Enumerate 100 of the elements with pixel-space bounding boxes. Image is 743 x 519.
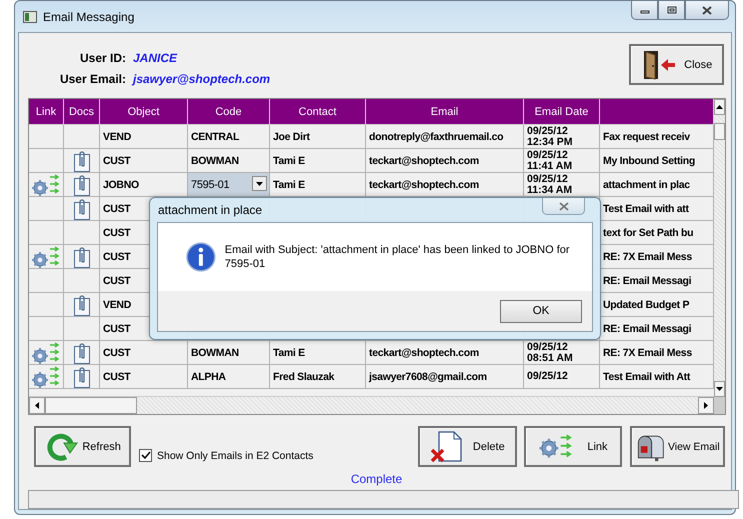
object-cell: CUST — [103, 346, 130, 359]
object-cell: CUST — [103, 154, 130, 167]
docs-cell[interactable] — [64, 341, 100, 366]
close-button[interactable]: Close — [629, 44, 724, 85]
email-cell: jsawyer7608@gmail.com — [369, 370, 487, 383]
docs-cell[interactable] — [64, 317, 100, 342]
docs-cell[interactable] — [64, 197, 100, 222]
column-header[interactable]: Code — [188, 99, 270, 126]
column-header[interactable]: Docs — [64, 99, 100, 126]
contact-cell: Tami E — [273, 346, 305, 359]
link-cell[interactable] — [29, 317, 64, 342]
link-cell[interactable] — [29, 269, 64, 294]
checkbox-label: Show Only Emails in E2 Contacts — [157, 450, 314, 462]
column-header[interactable] — [600, 99, 714, 126]
scrollbar-corner — [714, 397, 725, 414]
info-icon — [186, 242, 216, 272]
docs-cell[interactable] — [64, 149, 100, 174]
scroll-thumb[interactable] — [714, 123, 725, 140]
time-cell: 11:41 AM — [527, 160, 572, 172]
time-cell: 08:51 AM — [527, 352, 573, 364]
user-email: jsawyer@shoptech.com — [133, 72, 270, 86]
scroll-down-button[interactable] — [714, 381, 725, 398]
horizontal-scrollbar[interactable] — [29, 396, 714, 414]
contact-cell: Joe Dirt — [273, 130, 310, 143]
docs-cell[interactable] — [64, 125, 100, 150]
column-header[interactable]: Email Date — [524, 99, 600, 126]
link-cell[interactable] — [29, 221, 64, 246]
scroll-left-button[interactable] — [29, 397, 45, 414]
user-id: JANICE — [133, 51, 178, 65]
subject-cell: RE: 7X Email Mess — [603, 250, 692, 263]
code-cell: BOWMAN — [191, 154, 239, 167]
paperclip-document-icon — [72, 174, 90, 196]
minimize-button[interactable] — [631, 1, 658, 20]
user-email-label: User Email: — [58, 72, 127, 86]
docs-cell[interactable] — [64, 173, 100, 198]
user-id-label: User ID: — [78, 51, 127, 65]
checkbox[interactable] — [139, 449, 152, 462]
date-cell: 09/25/12 — [527, 126, 568, 137]
docs-cell[interactable] — [64, 245, 100, 270]
close-icon — [558, 202, 568, 210]
docs-cell[interactable] — [64, 269, 100, 294]
delete-document-icon — [430, 430, 464, 464]
link-cell[interactable] — [29, 173, 64, 198]
scroll-thumb[interactable] — [45, 397, 137, 414]
ok-button[interactable]: OK — [500, 300, 582, 322]
subject-cell: RE: Email Messagi — [603, 274, 692, 287]
up-arrow-icon — [716, 105, 723, 110]
scroll-right-button[interactable] — [698, 397, 714, 414]
date-cell: 09/25/12 — [527, 371, 568, 382]
refresh-button[interactable]: Refresh — [34, 426, 131, 468]
code-cell: ALPHA — [191, 370, 226, 383]
contact-cell: Tami E — [273, 178, 305, 191]
contact-cell: Tami E — [273, 154, 305, 167]
link-button[interactable]: Link — [524, 426, 622, 468]
view-email-button[interactable]: View Email — [630, 426, 725, 468]
link-cell[interactable] — [29, 365, 64, 390]
link-cell[interactable] — [29, 125, 64, 150]
gear-arrows-icon — [31, 246, 61, 268]
column-header[interactable]: Link — [29, 99, 64, 126]
status-message: Complete — [350, 472, 404, 487]
dialog-close-button[interactable] — [542, 198, 585, 215]
subject-cell: Updated Budget P — [603, 298, 690, 311]
gear-arrows-icon — [31, 174, 61, 196]
paperclip-document-icon — [72, 294, 90, 316]
link-cell[interactable] — [29, 197, 64, 222]
scroll-up-button[interactable] — [714, 99, 725, 116]
close-window-button[interactable] — [685, 1, 729, 20]
date-cell: 09/25/12 — [527, 174, 568, 185]
code-cell: BOWMAN — [191, 346, 239, 359]
column-header[interactable]: Object — [100, 99, 188, 126]
maximize-button[interactable] — [658, 1, 685, 20]
right-arrow-icon — [704, 402, 708, 410]
subject-cell: text for Set Path bu — [603, 226, 694, 239]
email-cell: teckart@shoptech.com — [369, 346, 479, 359]
object-cell: CUST — [103, 370, 130, 383]
link-cell[interactable] — [29, 149, 64, 174]
email-cell: teckart@shoptech.com — [369, 154, 479, 167]
paperclip-document-icon — [72, 246, 90, 268]
docs-cell[interactable] — [64, 221, 100, 246]
column-header[interactable]: Email — [366, 99, 524, 126]
column-header[interactable]: Contact — [270, 99, 366, 126]
link-cell[interactable] — [29, 245, 64, 270]
subject-cell: RE: Email Messagi — [603, 322, 692, 335]
gear-arrows-icon — [31, 342, 61, 364]
dropdown-button[interactable] — [252, 176, 267, 192]
delete-button[interactable]: Delete — [418, 426, 517, 468]
vertical-scrollbar[interactable] — [714, 99, 725, 414]
object-cell: VEND — [103, 130, 131, 143]
docs-cell[interactable] — [64, 293, 100, 318]
link-cell[interactable] — [29, 341, 64, 366]
paperclip-document-icon — [72, 150, 90, 172]
gear-arrows-icon — [538, 434, 574, 460]
object-cell: CUST — [103, 250, 130, 263]
object-cell: CUST — [103, 322, 130, 335]
close-icon — [702, 6, 712, 14]
object-cell: VEND — [103, 298, 131, 311]
dialog-title: attachment in place — [158, 203, 262, 217]
link-cell[interactable] — [29, 293, 64, 318]
down-arrow-icon — [716, 387, 723, 392]
docs-cell[interactable] — [64, 365, 100, 390]
